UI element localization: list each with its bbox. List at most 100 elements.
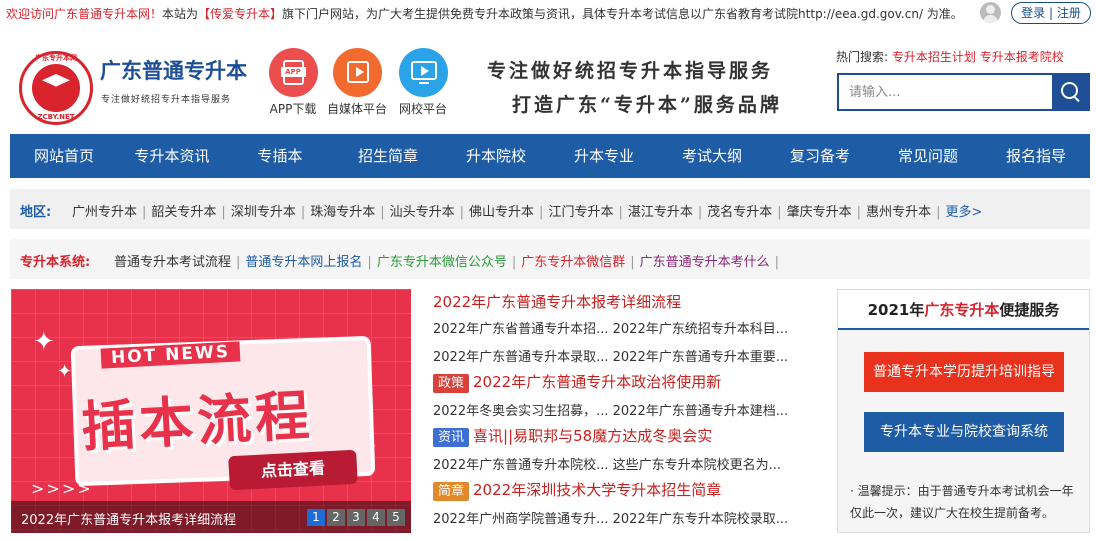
search-box: [837, 73, 1090, 111]
region-more-link[interactable]: 更多>: [945, 205, 982, 220]
media-play-icon: [346, 61, 369, 83]
banner-caption-bar: 2022年广东普通专升本报考详细流程 1 2 3 4 5: [11, 501, 411, 533]
nav-admission-guide[interactable]: 招生简章: [334, 134, 442, 178]
media-platform-label: 自媒体平台: [327, 102, 388, 116]
region-link[interactable]: 茂名专升本: [707, 205, 772, 220]
hot-search-link-2[interactable]: 专升本报考院校: [980, 50, 1064, 64]
media-platform-link[interactable]: 自媒体平台: [327, 48, 387, 117]
news-headline-link[interactable]: 喜讯||易职邦与58魔方达成冬奥会实: [473, 427, 712, 445]
system-title: 专升本系统:: [20, 255, 91, 270]
nav-review[interactable]: 复习备考: [766, 134, 874, 178]
news-link[interactable]: 2022年广东普通专升本建档...: [613, 404, 788, 419]
register-link[interactable]: 注册: [1057, 6, 1081, 20]
service-panel: 2021年广东专升本便捷服务 普通专升本学历提升培训指导 专升本专业与院校查询系…: [837, 289, 1090, 533]
login-link[interactable]: 登录: [1021, 6, 1045, 20]
main-nav: 网站首页 专升本资讯 专插本 招生简章 升本院校 升本专业 考试大纲 复习备考 …: [10, 134, 1090, 178]
region-link[interactable]: 佛山专升本: [469, 205, 534, 220]
banner-caption[interactable]: 2022年广东普通专升本报考详细流程: [21, 509, 236, 528]
banner-headline: 插本流程: [79, 382, 315, 460]
region-link[interactable]: 广州专升本: [72, 205, 137, 220]
banner-carousel[interactable]: ✦ ✦ ✦ HOT NEWS 插本流程 点击查看 >>>> 2022年广东普通专…: [11, 289, 411, 533]
region-link[interactable]: 珠海专升本: [310, 205, 375, 220]
nav-home[interactable]: 网站首页: [10, 134, 118, 178]
logo-emblem-icon[interactable]: 广东专升本网 ZCBY.NET: [19, 51, 93, 125]
site-notice: 欢迎访问广东普通专升本网！本站为【传爱专升本】旗下门户网站，为广大考生提供免费专…: [6, 5, 963, 22]
region-link[interactable]: 江门专升本: [548, 205, 613, 220]
search-button[interactable]: [1052, 75, 1088, 109]
app-download-link[interactable]: APP APP下载: [263, 48, 323, 117]
carousel-page-button[interactable]: 4: [367, 509, 385, 526]
news-headline-link[interactable]: 2022年深圳技术大学专升本招生简章: [473, 481, 721, 499]
news-pair-row: 2022年冬奥会实习生招募，... 2022年广东普通专升本建档...: [433, 400, 788, 419]
training-guide-button[interactable]: 普通专升本学历提升培训指导: [864, 352, 1064, 392]
brand-link[interactable]: 【传爱专升本】: [198, 7, 282, 21]
system-link-wechat-group[interactable]: 广东专升本微信群: [521, 255, 625, 270]
user-avatar-icon[interactable]: [980, 2, 1001, 23]
slogan-line-2: 打造广东“专升本”服务品牌: [512, 94, 782, 116]
carousel-page-button[interactable]: 3: [347, 509, 365, 526]
hot-search-link-1[interactable]: 专升本招生计划: [892, 50, 976, 64]
login-separator: |: [1045, 6, 1057, 20]
system-link-wechat-official[interactable]: 广东专升本微信公众号: [377, 255, 507, 270]
region-link[interactable]: 惠州专升本: [866, 205, 931, 220]
service-tip: · 温馨提示：由于普通专升本考试机会一年仅此一次，建议广大在校生提前备考。: [850, 484, 1074, 520]
system-link-online-registration[interactable]: 普通专升本网上报名: [245, 255, 362, 270]
region-bar: 地区: 广州专升本 | 韶关专升本 | 深圳专升本 | 珠海专升本 | 汕头专升本 | 佛山专升本 |…: [10, 189, 1090, 229]
region-title: 地区:: [20, 205, 52, 220]
region-link[interactable]: 韶关专升本: [151, 205, 216, 220]
news-link[interactable]: 2022年广东普通专升本院校...: [433, 458, 608, 473]
news-tagged-row: 简章 2022年深圳技术大学专升本招生简章: [433, 479, 721, 501]
nav-colleges[interactable]: 升本院校: [442, 134, 550, 178]
region-link[interactable]: 深圳专升本: [231, 205, 296, 220]
header: 广东专升本网 ZCBY.NET 广东普通专升本 专注做好统招专升本指导服务 AP…: [0, 26, 1096, 130]
tag-policy-badge: 政策: [433, 374, 470, 393]
tag-info-badge: 资讯: [433, 428, 470, 447]
notice-post: 旗下门户网站，为广大考生提供免费专升本政策与资讯，具体专升本考试信息以广东省教育…: [282, 7, 963, 21]
news-link[interactable]: 2022年冬奥会实习生招募，...: [433, 404, 608, 419]
news-link[interactable]: 2022年广州商学院普通专升...: [433, 512, 608, 527]
region-link[interactable]: 湛江专升本: [628, 205, 693, 220]
news-pair-row: 2022年广州商学院普通专升... 2022年广东专升本院校录取...: [433, 508, 788, 527]
login-register-box: 登录 | 注册: [1011, 2, 1091, 24]
carousel-page-button[interactable]: 1: [307, 509, 325, 526]
app-download-icon: APP: [280, 60, 306, 85]
online-school-label: 网校平台: [398, 102, 447, 116]
service-title: 2021年广东专升本便捷服务: [838, 290, 1089, 330]
slogan-line-1: 专注做好统招专升本指导服务: [487, 60, 774, 82]
news-link[interactable]: 2022年广东统招专升本科目...: [613, 322, 788, 337]
system-link-exam-subjects[interactable]: 广东普通专升本考什么: [640, 255, 770, 270]
hot-search: 热门搜索: 专升本招生计划 专升本报考院校: [836, 48, 1064, 65]
news-link[interactable]: 2022年广东普通专升本录取...: [433, 350, 608, 365]
carousel-page-button[interactable]: 5: [387, 509, 405, 526]
tag-brochure-badge: 简章: [433, 482, 470, 501]
logo-arc-text: 广东专升本网: [35, 54, 77, 62]
region-link[interactable]: 肇庆专升本: [787, 205, 852, 220]
news-link[interactable]: 这些广东专升本院校更名为...: [613, 458, 781, 473]
nav-faq[interactable]: 常见问题: [874, 134, 982, 178]
video-screen-icon: [410, 61, 437, 84]
news-headline-link[interactable]: 2022年广东普通专升本报考详细流程: [433, 293, 681, 311]
nav-zhuancha[interactable]: 专插本: [226, 134, 334, 178]
news-tagged-row: 资讯 喜讯||易职邦与58魔方达成冬奥会实: [433, 425, 712, 447]
college-query-button[interactable]: 专升本专业与院校查询系统: [864, 412, 1064, 452]
logo-title[interactable]: 广东普通专升本: [100, 55, 247, 85]
banner-click-button[interactable]: 点击查看: [228, 449, 358, 491]
news-headline-link[interactable]: 2022年广东普通专升本政治将使用新: [473, 373, 721, 391]
news-link[interactable]: 2022年广东专升本院校录取...: [613, 512, 788, 527]
news-pair-row: 2022年广东普通专升本院校... 这些广东专升本院校更名为...: [433, 454, 781, 473]
news-link[interactable]: 2022年广东省普通专升本招...: [433, 322, 608, 337]
online-school-link[interactable]: 网校平台: [393, 48, 453, 117]
sparkle-icon: ✦: [57, 361, 73, 382]
nav-syllabus[interactable]: 考试大纲: [658, 134, 766, 178]
nav-news[interactable]: 专升本资讯: [118, 134, 226, 178]
nav-majors[interactable]: 升本专业: [550, 134, 658, 178]
hot-search-label: 热门搜索:: [836, 50, 889, 64]
carousel-page-button[interactable]: 2: [327, 509, 345, 526]
region-link[interactable]: 汕头专升本: [390, 205, 455, 220]
news-link[interactable]: 2022年广东普通专升本重要...: [613, 350, 788, 365]
search-input[interactable]: [839, 75, 1053, 109]
news-pair-row: 2022年广东普通专升本录取... 2022年广东普通专升本重要...: [433, 346, 788, 365]
nav-registration[interactable]: 报名指导: [982, 134, 1090, 178]
news-pair-row: 2022年广东省普通专升本招... 2022年广东统招专升本科目...: [433, 318, 788, 337]
system-link-exam-process[interactable]: 普通专升本考试流程: [114, 255, 231, 270]
